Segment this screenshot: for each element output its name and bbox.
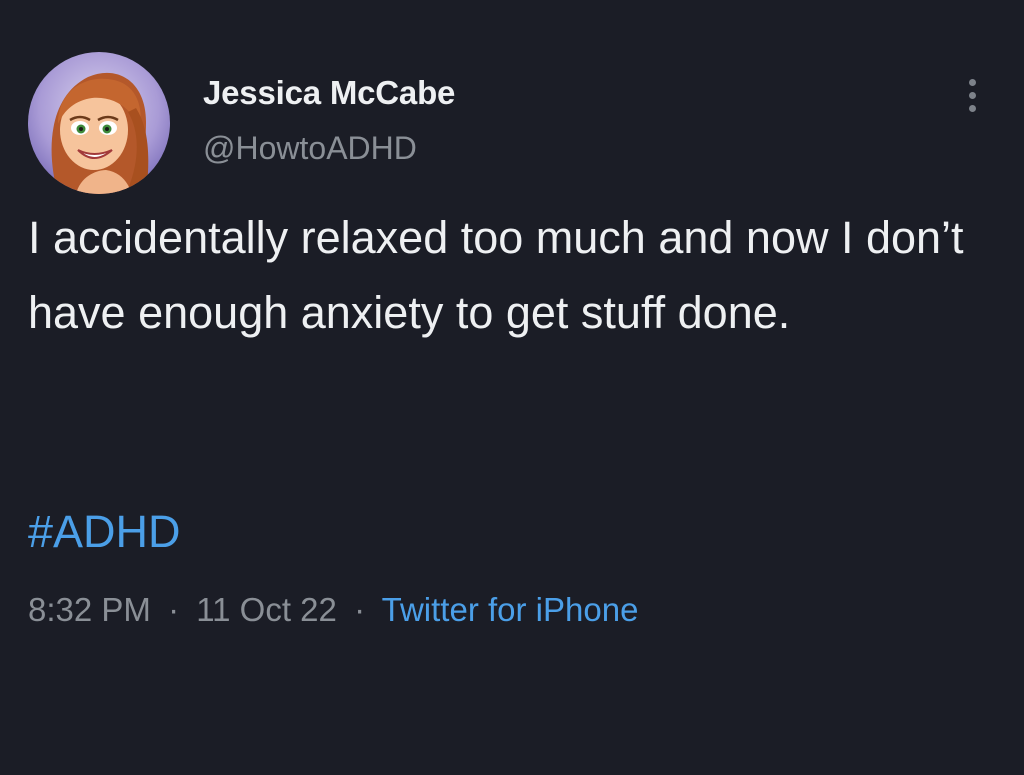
tweet-metadata: 8:32 PM · 11 Oct 22 · Twitter for iPhone xyxy=(28,591,638,629)
author-handle[interactable]: @HowtoADHD xyxy=(203,130,417,167)
author-display-name[interactable]: Jessica McCabe xyxy=(203,74,455,112)
separator: · xyxy=(354,591,366,628)
tweet-date: 11 Oct 22 xyxy=(196,591,337,628)
tweet-text: I accidentally relaxed too much and now … xyxy=(28,212,964,338)
hashtag-link[interactable]: #ADHD xyxy=(28,506,181,558)
more-options-button[interactable] xyxy=(958,70,986,120)
more-vertical-icon-dot xyxy=(968,104,976,112)
more-vertical-icon-dot xyxy=(968,91,976,99)
more-vertical-icon xyxy=(968,78,976,86)
tweet-source-link[interactable]: Twitter for iPhone xyxy=(382,591,639,628)
separator: · xyxy=(168,591,180,628)
avatar-portrait-icon xyxy=(28,52,170,194)
avatar[interactable] xyxy=(28,52,170,194)
tweet-card: Jessica McCabe @HowtoADHD I accidentally… xyxy=(0,0,1024,775)
tweet-time: 8:32 PM xyxy=(28,591,151,628)
